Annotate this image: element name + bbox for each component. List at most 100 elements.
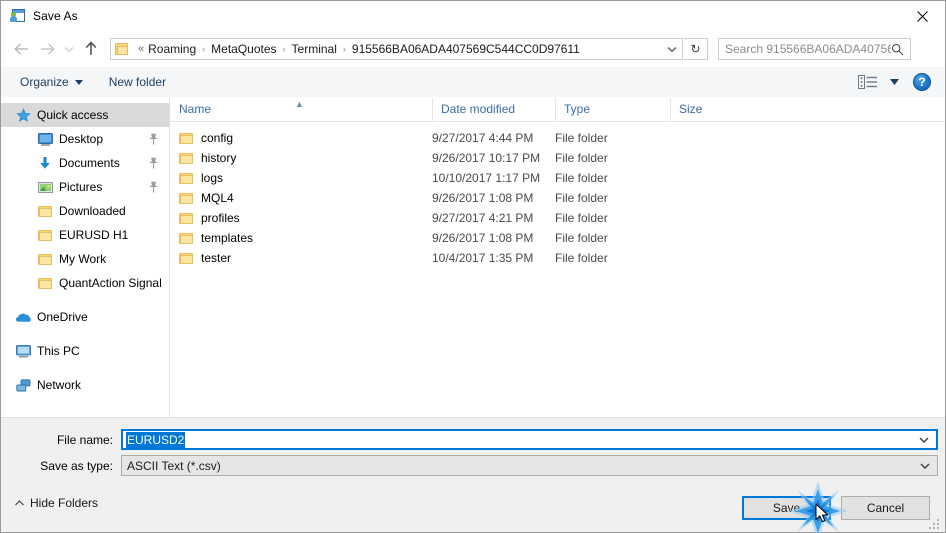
table-row[interactable]: templates 9/26/2017 1:08 PM File folder [170, 228, 945, 248]
hide-folders-label: Hide Folders [30, 496, 99, 510]
file-type-cell: File folder [555, 191, 608, 205]
file-name-cell: history [170, 151, 432, 165]
column-headers: Name ▲ Date modified Type Size [170, 97, 945, 122]
file-name-label: config [201, 131, 234, 145]
thispc-icon [15, 343, 31, 359]
sidebar-item-eurusd-h1[interactable]: EURUSD H1 [1, 223, 169, 247]
file-name-label: File name: [56, 432, 113, 447]
column-header-type[interactable]: Type [555, 98, 670, 121]
column-header-label: Name [179, 102, 212, 116]
pin-icon[interactable] [148, 181, 159, 193]
breadcrumb-separator-icon[interactable]: › [202, 44, 205, 54]
caret-down-icon[interactable] [890, 79, 899, 85]
folder-icon [37, 203, 53, 219]
column-header-size[interactable]: Size [670, 98, 750, 121]
pin-icon[interactable] [148, 157, 159, 169]
file-name-label: history [201, 151, 237, 165]
file-type-cell: File folder [555, 131, 608, 145]
file-name-row: File name: EURUSD2 [1, 429, 945, 450]
breadcrumb-separator-icon[interactable]: › [283, 44, 286, 54]
forward-icon[interactable] [34, 36, 60, 62]
file-name-cell: profiles [170, 211, 432, 225]
organize-button[interactable]: Organize [13, 71, 90, 93]
onedrive-icon [15, 309, 31, 325]
table-row[interactable]: tester 10/4/2017 1:35 PM File folder [170, 248, 945, 268]
file-name-input[interactable]: EURUSD2 [121, 429, 938, 450]
folder-icon [179, 152, 194, 165]
file-date-cell: 9/26/2017 1:08 PM [432, 231, 534, 245]
address-bar[interactable]: « Roaming › MetaQuotes › Terminal › 9155… [110, 38, 683, 60]
table-row[interactable]: history 9/26/2017 10:17 PM File folder [170, 148, 945, 168]
save-as-type-select[interactable]: ASCII Text (*.csv) [121, 455, 938, 476]
column-header-label: Type [564, 102, 591, 116]
sidebar-item-label: QuantAction Signal [59, 276, 162, 290]
breadcrumb-separator-icon[interactable]: › [343, 44, 346, 54]
recent-locations-chevron-down-icon[interactable] [60, 36, 78, 62]
sidebar-item-network[interactable]: Network [1, 373, 169, 397]
search-input[interactable]: Search 915566BA06ADA40756... [718, 38, 911, 60]
close-icon[interactable] [899, 1, 945, 31]
cancel-button[interactable]: Cancel [841, 496, 930, 520]
chevron-down-icon[interactable] [920, 463, 930, 469]
sidebar-item-quick-access[interactable]: Quick access [1, 103, 169, 127]
sidebar-item-documents[interactable]: Documents [1, 151, 169, 175]
sidebar-item-desktop[interactable]: Desktop [1, 127, 169, 151]
new-folder-label: New folder [108, 75, 167, 89]
column-header-name[interactable]: Name ▲ [170, 98, 432, 121]
refresh-icon[interactable]: ↻ [684, 38, 708, 60]
save-as-type-value: ASCII Text (*.csv) [127, 458, 221, 473]
new-folder-button[interactable]: New folder [102, 71, 173, 93]
table-row[interactable]: MQL4 9/26/2017 1:08 PM File folder [170, 188, 945, 208]
help-icon[interactable]: ? [913, 73, 931, 91]
file-name-cell: MQL4 [170, 191, 432, 205]
hide-folders-button[interactable]: Hide Folders [15, 496, 98, 510]
back-icon[interactable] [8, 36, 34, 62]
file-name-cell: config [170, 131, 432, 145]
file-date-cell: 9/27/2017 4:44 PM [432, 131, 534, 145]
sidebar-item-label: Network [37, 378, 82, 392]
file-list-pane: Name ▲ Date modified Type Size config 9/… [170, 97, 945, 417]
sidebar-item-quantaction-signal[interactable]: QuantAction Signal [1, 271, 169, 295]
change-view-button[interactable] [858, 71, 899, 93]
resize-grip-icon[interactable] [929, 517, 941, 529]
chevron-down-icon[interactable] [919, 437, 929, 443]
address-chevron-down-icon[interactable] [662, 39, 682, 59]
sidebar-item-label: This PC [37, 344, 80, 358]
file-date-cell: 9/27/2017 4:21 PM [432, 211, 534, 225]
save-button[interactable]: Save [742, 496, 831, 520]
sidebar-item-downloaded[interactable]: Downloaded [1, 199, 169, 223]
breadcrumb-item-terminal[interactable]: Terminal [292, 42, 337, 56]
folder-icon [37, 227, 53, 243]
organize-label: Organize [20, 75, 69, 89]
file-name-label: tester [201, 251, 232, 265]
sidebar-item-this-pc[interactable]: This PC [1, 339, 169, 363]
sidebar-item-label: Pictures [59, 180, 103, 194]
breadcrumb-item-roaming[interactable]: Roaming [148, 42, 196, 56]
search-placeholder: Search 915566BA06ADA40756... [725, 42, 891, 56]
pin-icon[interactable] [148, 133, 159, 145]
file-date-cell: 9/26/2017 1:08 PM [432, 191, 534, 205]
file-type-cell: File folder [555, 231, 608, 245]
caret-up-icon: ▲ [295, 99, 304, 109]
command-bar: Organize New folder ? [1, 67, 945, 98]
file-name-label: templates [201, 231, 254, 245]
breadcrumb-overflow[interactable]: « [138, 43, 144, 55]
breadcrumb-item-metaquotes[interactable]: MetaQuotes [211, 42, 276, 56]
up-one-level-icon[interactable] [78, 36, 104, 62]
window-title: Save As [33, 9, 78, 23]
table-row[interactable]: logs 10/10/2017 1:17 PM File folder [170, 168, 945, 188]
column-header-date-modified[interactable]: Date modified [432, 98, 555, 121]
sidebar-item-label: OneDrive [37, 310, 88, 324]
breadcrumb-item-terminal-id[interactable]: 915566BA06ADA407569C544CC0D97611 [352, 42, 580, 56]
sidebar-item-pictures[interactable]: Pictures [1, 175, 169, 199]
sidebar-item-my-work[interactable]: My Work [1, 247, 169, 271]
save-form: File name: EURUSD2 Save as type: ASCII T… [1, 417, 945, 488]
file-name-value: EURUSD2 [126, 431, 186, 448]
navigation-bar: « Roaming › MetaQuotes › Terminal › 9155… [1, 31, 945, 67]
file-name-cell: logs [170, 171, 432, 185]
sidebar-item-onedrive[interactable]: OneDrive [1, 305, 169, 329]
table-row[interactable]: config 9/27/2017 4:44 PM File folder [170, 128, 945, 148]
file-name-cell: tester [170, 251, 432, 265]
save-as-type-label: Save as type: [40, 458, 113, 473]
table-row[interactable]: profiles 9/27/2017 4:21 PM File folder [170, 208, 945, 228]
